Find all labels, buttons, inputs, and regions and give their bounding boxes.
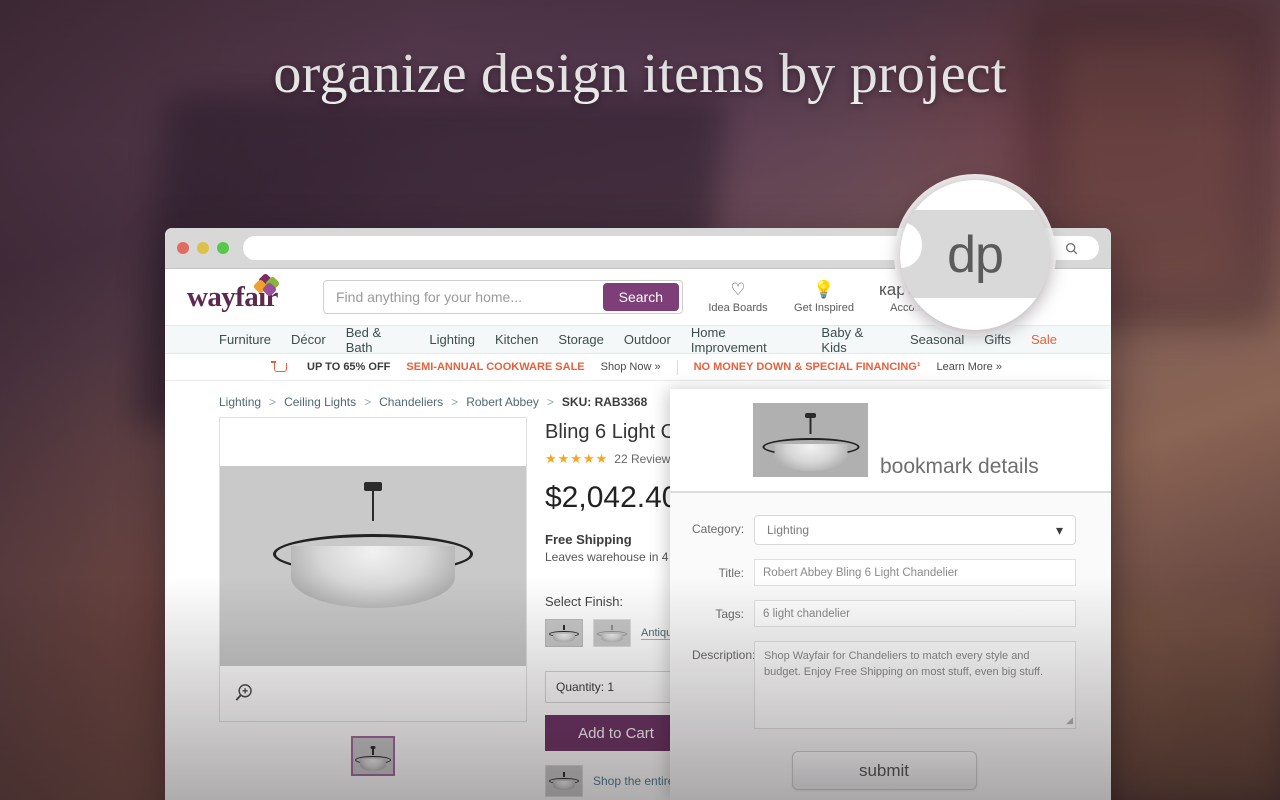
title-label: Title: [718,566,744,580]
page-headline: organize design items by project [273,43,1007,105]
breadcrumb-chandeliers[interactable]: Chandeliers [379,395,443,409]
bookmark-product-thumbnail [753,403,868,477]
dp-logo-badge: dp [900,180,1050,330]
nav-idea-boards[interactable]: ♡ Idea Boards [707,280,769,314]
search-icon [1065,242,1077,254]
category-outdoor[interactable]: Outdoor [624,332,671,347]
shop-entire-link[interactable]: Shop the entire [593,774,674,788]
breadcrumb-sep: > [546,395,554,409]
chevron-down-icon: ▾ [1055,521,1063,538]
category-gifts[interactable]: Gifts [984,332,1011,347]
nav-idea-boards-label: Idea Boards [708,302,768,314]
breadcrumb-sku: SKU: RAB3368 [561,395,648,409]
breadcrumb-sep: > [269,395,277,409]
category-label: Category: [692,522,745,536]
badge-band-bottom [900,298,1050,330]
category-bed-bath[interactable]: Bed & Bath [346,325,410,355]
tags-field-row: Tags: 6 light chandelier [692,600,1076,627]
resize-handle-icon[interactable]: ◢ [1066,714,1073,727]
heart-icon: ♡ [730,280,746,299]
bookmark-form: Category: Lighting ▾ Title: Robert Abbey… [670,493,1111,790]
category-storage[interactable]: Storage [558,332,604,347]
review-count: 22 Reviews [614,452,677,466]
breadcrumb-lighting[interactable]: Lighting [219,395,261,409]
promo-left-bold: UP TO 65% OFF [307,361,391,373]
gallery-top-pad [220,418,526,466]
category-kitchen[interactable]: Kitchen [495,332,538,347]
badge-notch [900,222,922,268]
product-main-image[interactable] [220,466,526,666]
screenshot-stage: organize design items by project ↻ [0,0,1280,800]
promo-right-accent: NO MONEY DOWN & SPECIAL FINANCING¹ [693,361,921,373]
category-select[interactable]: Lighting ▾ [754,515,1076,545]
category-decor[interactable]: Décor [291,332,326,347]
category-baby-kids[interactable]: Baby & Kids [821,325,890,355]
breadcrumb-sep: > [451,395,459,409]
promo-banner: UP TO 65% OFF SEMI-ANNUAL COOKWARE SALE … [165,354,1111,381]
lightbulb-icon: 💡 [813,280,835,299]
category-home-improvement[interactable]: Home Improvement [691,325,802,355]
zoom-in-icon[interactable] [233,682,255,709]
cookware-pot-icon [271,360,288,372]
breadcrumb-sep: > [364,395,372,409]
category-sale[interactable]: Sale [1031,332,1057,347]
nav-get-inspired-label: Get Inspired [794,302,854,314]
category-seasonal[interactable]: Seasonal [910,332,964,347]
category-field-row: Category: Lighting ▾ [692,515,1076,545]
finish-swatch-1[interactable] [545,619,583,647]
title-input[interactable]: Robert Abbey Bling 6 Light Chandelier [754,559,1076,586]
submit-row: submit [692,751,1076,790]
finish-swatch-2[interactable] [593,619,631,647]
rating-stars: ★★★★★ [545,451,609,466]
submit-button[interactable]: submit [791,751,977,790]
product-main-image-frame[interactable] [219,417,527,722]
gallery-bottom-bar [220,666,526,721]
wayfair-search-input[interactable]: Find anything for your home... [336,289,603,305]
wayfair-search-bar[interactable]: Find anything for your home... Search [323,280,683,314]
promo-left-accent: SEMI-ANNUAL COOKWARE SALE [406,361,585,373]
description-field-row: Description: Shop Wayfair for Chandelier… [692,641,1076,729]
chandelier-illustration [263,482,483,652]
promo-shop-now-link[interactable]: Shop Now » [601,361,661,373]
bookmark-details-panel: bookmark details Category: Lighting ▾ Ti… [670,389,1111,800]
badge-band-top [900,180,1050,210]
category-furniture[interactable]: Furniture [219,332,271,347]
browser-search-field[interactable] [1043,236,1099,260]
promo-divider [676,359,678,375]
title-field-row: Title: Robert Abbey Bling 6 Light Chande… [692,559,1076,586]
tags-label: Tags: [715,607,744,621]
traffic-lights [177,242,233,254]
product-gallery [219,417,527,797]
product-thumbnail-1[interactable] [351,736,395,776]
bookmark-panel-header: bookmark details [670,389,1111,493]
bookmark-panel-title: bookmark details [880,455,1039,478]
breadcrumb-ceiling-lights[interactable]: Ceiling Lights [284,395,356,409]
tags-input[interactable]: 6 light chandelier [754,600,1076,627]
nav-get-inspired[interactable]: 💡 Get Inspired [793,280,855,314]
dp-wordmark: dp [947,226,1004,284]
collection-thumbnail[interactable] [545,765,583,797]
wayfair-search-button[interactable]: Search [602,283,679,311]
maximize-window-button[interactable] [217,242,229,254]
category-select-value: Lighting [767,523,810,537]
breadcrumb-robert-abbey[interactable]: Robert Abbey [466,395,539,409]
close-window-button[interactable] [177,242,189,254]
minimize-window-button[interactable] [197,242,209,254]
category-lighting[interactable]: Lighting [429,332,475,347]
product-thumbnail-strip [219,736,527,776]
add-to-cart-button[interactable]: Add to Cart [545,715,687,751]
promo-learn-more-link[interactable]: Learn More » [937,361,1002,373]
wayfair-flower-icon [252,272,281,298]
wayfair-logo[interactable]: wayfair [187,272,307,317]
description-label: Description: [692,648,756,662]
description-text: Shop Wayfair for Chandeliers to match ev… [764,650,1044,678]
description-textarea[interactable]: Shop Wayfair for Chandeliers to match ev… [754,641,1076,729]
